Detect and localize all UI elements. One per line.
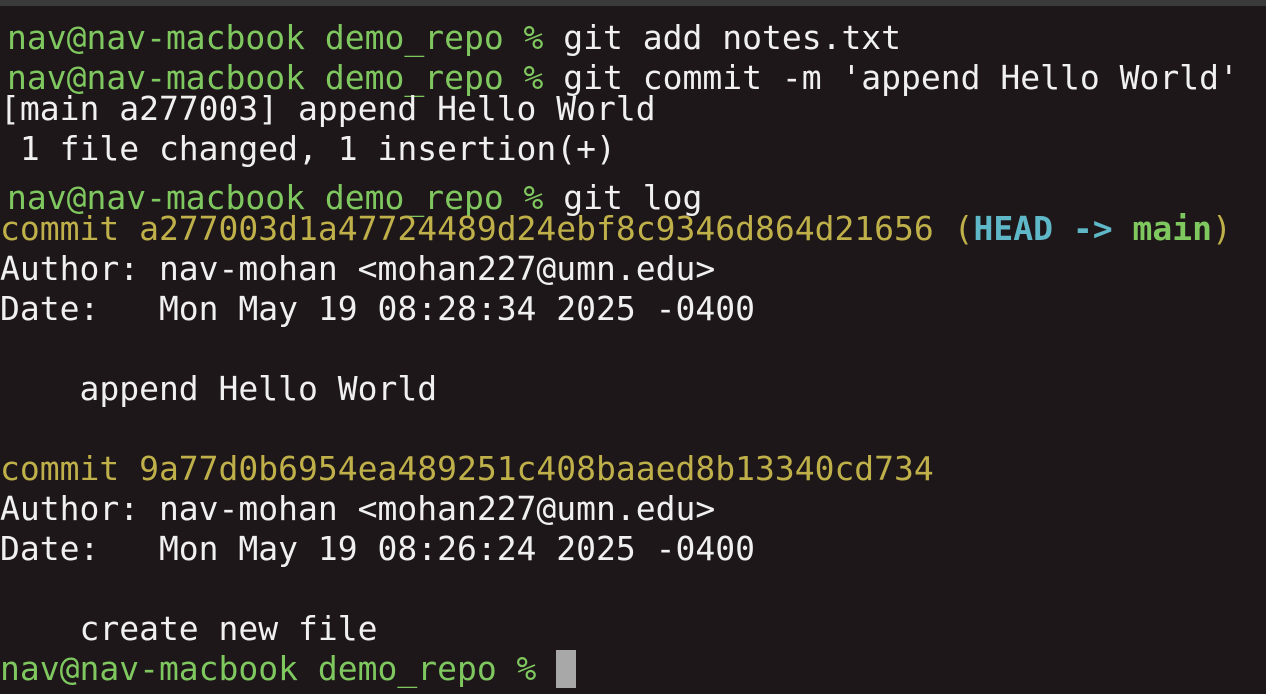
terminal-output[interactable]: [nav@nav-macbook demo_repo % git add not… bbox=[0, 9, 1266, 689]
window-top-edge bbox=[0, 0, 1266, 6]
terminal-line: [nav@nav-macbook demo_repo % git log bbox=[0, 169, 1266, 217]
commit-message: create new file bbox=[0, 609, 378, 648]
head-ref: HEAD bbox=[973, 209, 1054, 248]
line-marker: [ bbox=[0, 49, 7, 89]
commit-hash: commit a277003d1a47724489d24ebf8c9346d86… bbox=[0, 209, 934, 248]
date-line: Date: Mon May 19 08:26:24 2025 -0400 bbox=[0, 529, 755, 568]
terminal-line: nav@nav-macbook demo_repo % bbox=[0, 649, 1266, 689]
author-line: Author: nav-mohan <mohan227@umn.edu> bbox=[0, 249, 716, 288]
commit-line: commit a277003d1a47724489d24ebf8c9346d86… bbox=[0, 209, 1266, 249]
line-marker: [ bbox=[0, 9, 7, 49]
terminal-line: [nav@nav-macbook demo_repo % git add not… bbox=[0, 9, 1266, 57]
ref-arrow: -> bbox=[1053, 209, 1133, 248]
author-line: Author: nav-mohan <mohan227@umn.edu> bbox=[0, 489, 716, 528]
date-line: Date: Mon May 19 08:28:34 2025 -0400 bbox=[0, 289, 755, 328]
line-marker: [ bbox=[0, 169, 7, 209]
shell-prompt: nav@nav-macbook demo_repo % bbox=[0, 649, 557, 688]
ref-paren-open: ( bbox=[933, 209, 974, 248]
terminal-line: [nav@nav-macbook demo_repo % git commit … bbox=[0, 49, 1266, 97]
commit-message: append Hello World bbox=[0, 369, 438, 408]
branch-ref: main bbox=[1132, 209, 1212, 248]
text-cursor[interactable] bbox=[556, 649, 577, 688]
commit-line: commit 9a77d0b6954ea489251c408baaed8b133… bbox=[0, 449, 1266, 489]
output-line: 1 file changed, 1 insertion(+) bbox=[0, 129, 616, 168]
ref-paren-close: ) bbox=[1211, 209, 1232, 248]
commit-hash: commit 9a77d0b6954ea489251c408baaed8b133… bbox=[0, 449, 934, 488]
command-text: git commit -m 'append Hello World' bbox=[563, 58, 1239, 97]
